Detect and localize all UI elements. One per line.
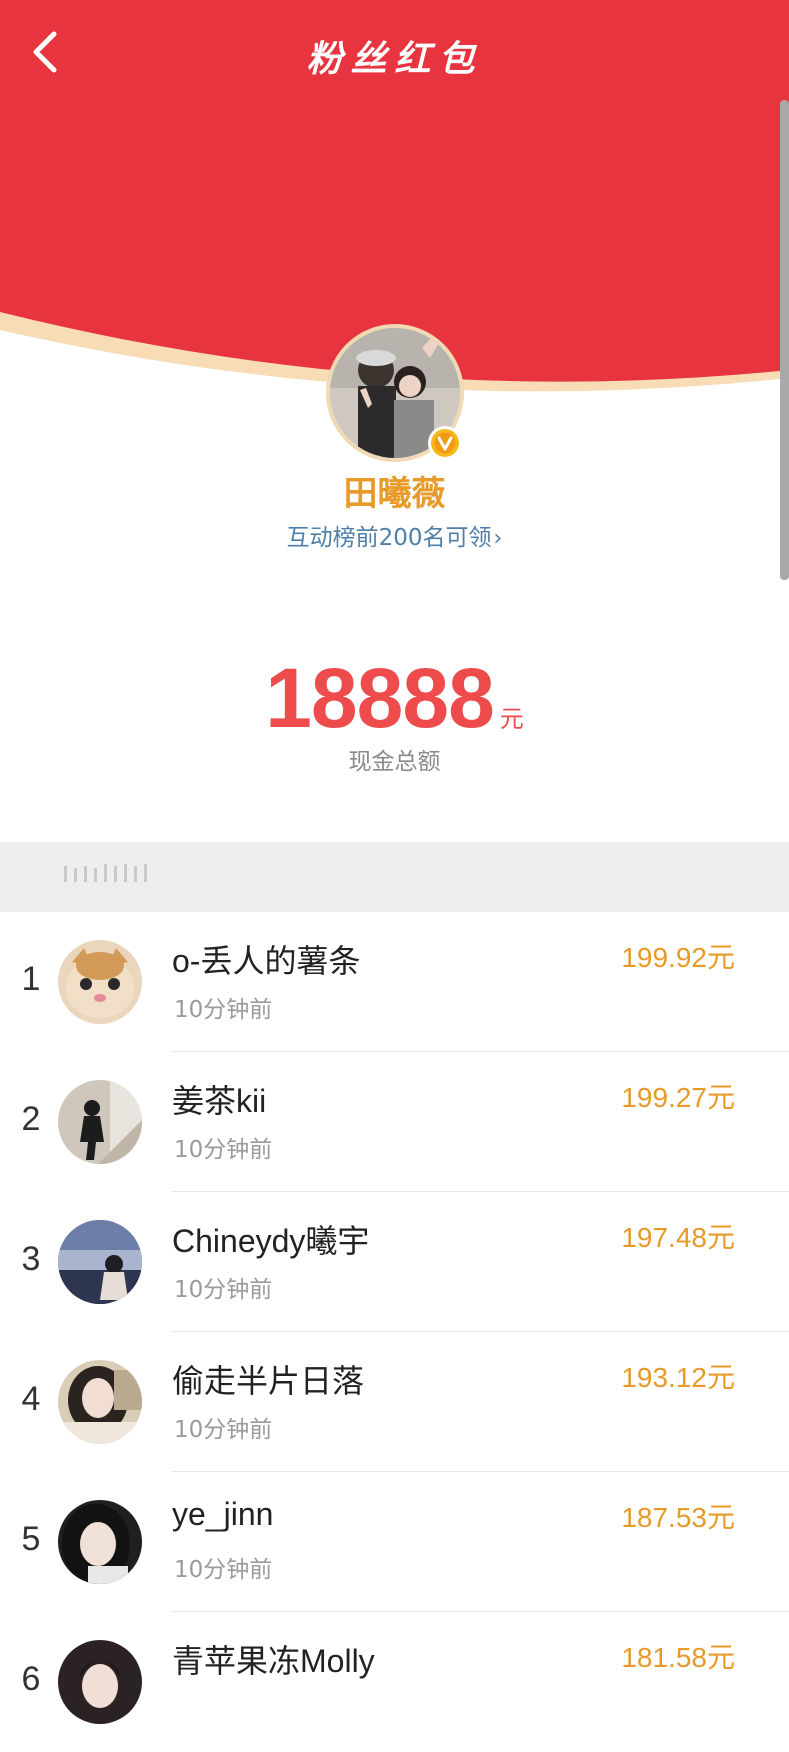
timestamp: 10分钟前 [174, 1557, 273, 1583]
received-amount: 197.48元 [621, 1222, 735, 1253]
user-name[interactable]: ye_jinn [172, 1496, 273, 1533]
avatar[interactable] [58, 1500, 142, 1584]
timestamp: 10分钟前 [174, 1137, 273, 1163]
chevron-right-icon: › [493, 526, 503, 551]
redacted-text [64, 864, 147, 882]
avatar[interactable] [58, 1360, 142, 1444]
received-amount: 181.58元 [621, 1642, 735, 1673]
page-title: 粉丝红包 [306, 38, 483, 80]
timestamp: 10分钟前 [174, 1277, 273, 1303]
timestamp: 10分钟前 [174, 1417, 273, 1443]
list-item[interactable]: 1 o-丢人的薯条 10分钟前 199.92元 [0, 912, 789, 1052]
list-item[interactable]: 5 ye_jinn 10分钟前 187.53元 [0, 1472, 789, 1612]
received-amount: 187.53元 [621, 1502, 735, 1533]
verified-v-badge-icon [428, 426, 462, 460]
total-amount-unit: 元 [499, 705, 524, 733]
user-name[interactable]: 姜茶kii [172, 1076, 266, 1122]
list-item[interactable]: 3 Chineydy曦宇 10分钟前 197.48元 [0, 1192, 789, 1332]
avatar[interactable] [58, 1080, 142, 1164]
avatar[interactable] [58, 1640, 142, 1724]
leaderboard-hint-label: 互动榜前200名可领 [286, 525, 492, 551]
timestamp: 10分钟前 [174, 997, 273, 1023]
rank-number: 2 [21, 1100, 41, 1138]
leaderboard-hint-link[interactable]: 互动榜前200名可领› [0, 518, 789, 552]
received-amount: 193.12元 [621, 1362, 735, 1393]
received-amount: 199.92元 [621, 942, 735, 973]
user-name[interactable]: o-丢人的薯条 [172, 936, 360, 982]
total-amount-label: 现金总额 [348, 749, 441, 775]
total-amount: 18888 元 [0, 650, 789, 747]
section-divider [0, 842, 789, 912]
rank-number: 5 [21, 1520, 41, 1558]
list-item[interactable]: 2 姜茶kii 10分钟前 199.27元 [0, 1052, 789, 1192]
list-item[interactable]: 6 青苹果冻Molly 181.58元 [0, 1612, 789, 1752]
rank-number: 3 [21, 1240, 41, 1278]
user-name[interactable]: 偷走半片日落 [172, 1356, 364, 1402]
host-name[interactable]: 田曦薇 [0, 466, 789, 515]
user-name[interactable]: 青苹果冻Molly [172, 1636, 375, 1682]
rank-number: 6 [21, 1660, 41, 1698]
rank-number: 1 [21, 960, 41, 998]
total-amount-value: 18888 [265, 651, 495, 745]
recipient-list: 1 o-丢人的薯条 10分钟前 199.92元 2 姜茶kii 10分钟前 19… [0, 912, 789, 1752]
list-item[interactable]: 4 偷走半片日落 10分钟前 193.12元 [0, 1332, 789, 1472]
received-amount: 199.27元 [621, 1082, 735, 1113]
user-name[interactable]: Chineydy曦宇 [172, 1216, 369, 1262]
avatar[interactable] [58, 940, 142, 1024]
rank-number: 4 [21, 1380, 41, 1418]
avatar[interactable] [58, 1220, 142, 1304]
